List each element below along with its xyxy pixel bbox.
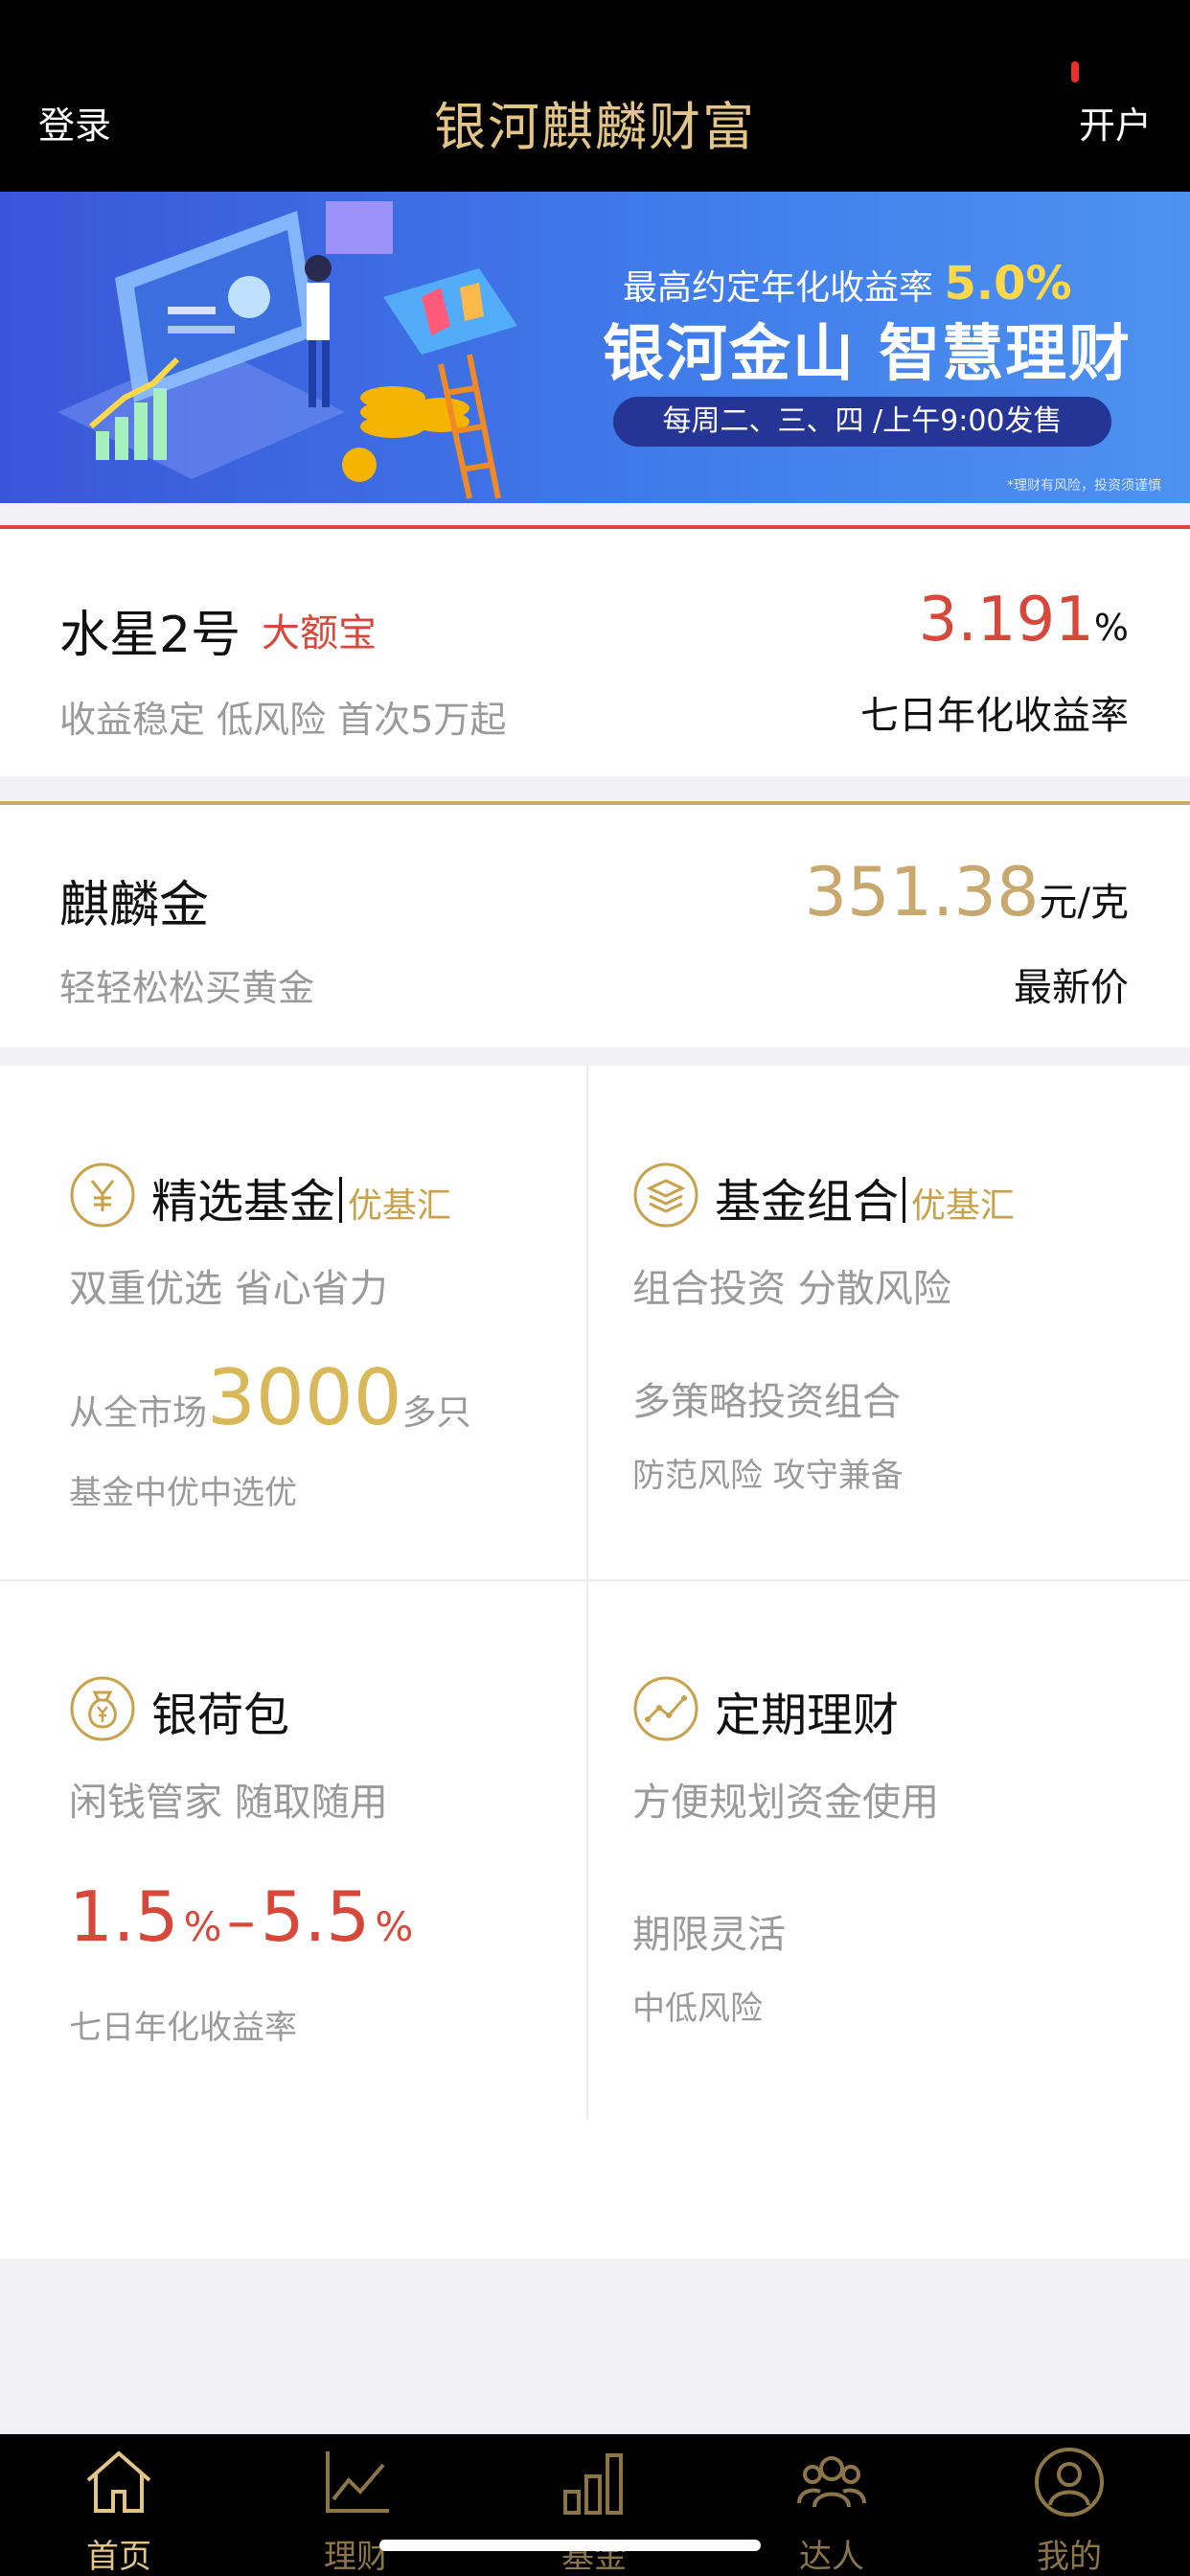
tab-label: 首页	[86, 2538, 151, 2576]
grid-item-fixed-term[interactable]: 定期理财 方便规划资金使用 期限灵活 中低风险	[632, 1675, 1190, 2097]
banner-schedule: 每周二、三、四 /上午9:00发售	[613, 397, 1111, 447]
grid-item-note: 中低风险	[632, 1990, 763, 2028]
tab-label: 理财	[324, 2538, 389, 2576]
grid-divider-horizontal	[0, 1579, 1190, 1581]
app-title: 银河麒麟财富	[434, 97, 756, 157]
grid-item-desc: 双重优选 省心省力	[69, 1267, 388, 1311]
grid-item-portfolio[interactable]: 基金组合 优基汇 组合投资 分散风险 多策略投资组合 防范风险 攻守兼备	[632, 1162, 1190, 1564]
grid-item-desc: 组合投资 分散风险	[632, 1267, 951, 1311]
grid-item-tag: 优基汇	[348, 1186, 452, 1226]
chart-line-icon	[326, 2451, 389, 2513]
grid-item-wallet[interactable]: 银荷包 闲钱管家 随取随用 1.5 % – 5.5 % 七日年化收益率	[69, 1675, 644, 2097]
banner-headline: 最高约定年化收益率 5.0%	[623, 257, 1072, 310]
trend-line-icon	[633, 1676, 698, 1741]
banner-risk-note: *理财有风险，投资须谨慎	[1007, 478, 1161, 494]
grid-item-desc: 闲钱管家 随取随用	[69, 1781, 388, 1825]
grid-item-detail: 多策略投资组合	[632, 1380, 901, 1424]
fund-count: 从全市场3000多只	[69, 1353, 471, 1442]
grid-item-note: 七日年化收益率	[69, 2009, 297, 2047]
grid-item-title: 银荷包	[151, 1689, 290, 1742]
tab-fund[interactable]: 基金	[475, 2444, 713, 2576]
money-bag-icon	[70, 1676, 135, 1741]
tab-label: 我的	[1037, 2538, 1102, 2576]
banner-rate: 5.0%	[944, 257, 1072, 310]
grid-item-detail: 期限灵活	[632, 1913, 786, 1957]
people-icon	[797, 2456, 866, 2508]
grid-item-fund[interactable]: 精选基金 优基汇 双重优选 省心省力 从全市场3000多只 基金中优中选优	[69, 1162, 644, 1564]
tab-label: 基金	[561, 2538, 627, 2576]
wallet-rate-range: 1.5 % – 5.5 %	[69, 1876, 414, 1957]
notification-dot	[1071, 61, 1079, 82]
tab-mine[interactable]: 我的	[950, 2444, 1188, 2576]
grid-item-tag: 优基汇	[911, 1186, 1016, 1226]
product-tag: 大额宝	[262, 611, 377, 656]
home-indicator[interactable]	[379, 2540, 761, 2551]
banner-slogan: 银河金山 智慧理财	[602, 319, 1133, 390]
bottom-tab-bar: 首页 理财 基金 达人 我的	[0, 2434, 1190, 2576]
grid-item-note: 基金中优中选优	[69, 1474, 297, 1512]
promo-banner[interactable]: 最高约定年化收益率 5.0% 银河金山 智慧理财 每周二、三、四 /上午9:00…	[0, 192, 1190, 503]
grid-item-title: 精选基金 优基汇	[151, 1175, 452, 1229]
gold-price-label: 最新价	[1014, 966, 1129, 1010]
profile-icon	[1035, 2448, 1104, 2517]
tab-label: 达人	[799, 2538, 864, 2576]
product-desc: 收益稳定 低风险 首次5万起	[59, 699, 507, 741]
feature-grid: 精选基金 优基汇 双重优选 省心省力 从全市场3000多只 基金中优中选优 基金组…	[0, 1066, 1190, 2259]
grid-item-title: 定期理财	[715, 1689, 900, 1742]
bar-chart-icon	[563, 2453, 623, 2515]
banner-illustration	[57, 201, 517, 499]
product-rate-label: 七日年化收益率	[860, 694, 1129, 738]
yuan-coin-icon	[70, 1162, 135, 1228]
tab-wealth[interactable]: 理财	[238, 2444, 475, 2576]
product-name: 麒麟金	[59, 877, 210, 934]
product-rate: 3.191%	[918, 585, 1129, 656]
tab-home[interactable]: 首页	[0, 2444, 238, 2576]
product-card-mercury[interactable]: 水星2号 大额宝 收益稳定 低风险 首次5万起 3.191% 七日年化收益率	[0, 525, 1190, 776]
product-card-gold[interactable]: 麒麟金 轻轻松松买黄金 351.38元/克 最新价	[0, 801, 1190, 1047]
product-name: 水星2号	[59, 607, 241, 664]
product-desc: 轻轻松松买黄金	[59, 967, 315, 1009]
gold-price: 351.38元/克	[804, 853, 1129, 932]
grid-item-desc: 方便规划资金使用	[632, 1781, 939, 1825]
open-account-link[interactable]: 开户	[1079, 96, 1152, 149]
layers-icon	[633, 1162, 698, 1228]
tab-experts[interactable]: 达人	[713, 2444, 950, 2576]
grid-item-title: 基金组合 优基汇	[715, 1175, 1016, 1229]
home-icon	[86, 2450, 151, 2513]
app-header: 登录 银河麒麟财富 开户	[0, 0, 1190, 192]
grid-item-note: 防范风险 攻守兼备	[632, 1457, 904, 1495]
